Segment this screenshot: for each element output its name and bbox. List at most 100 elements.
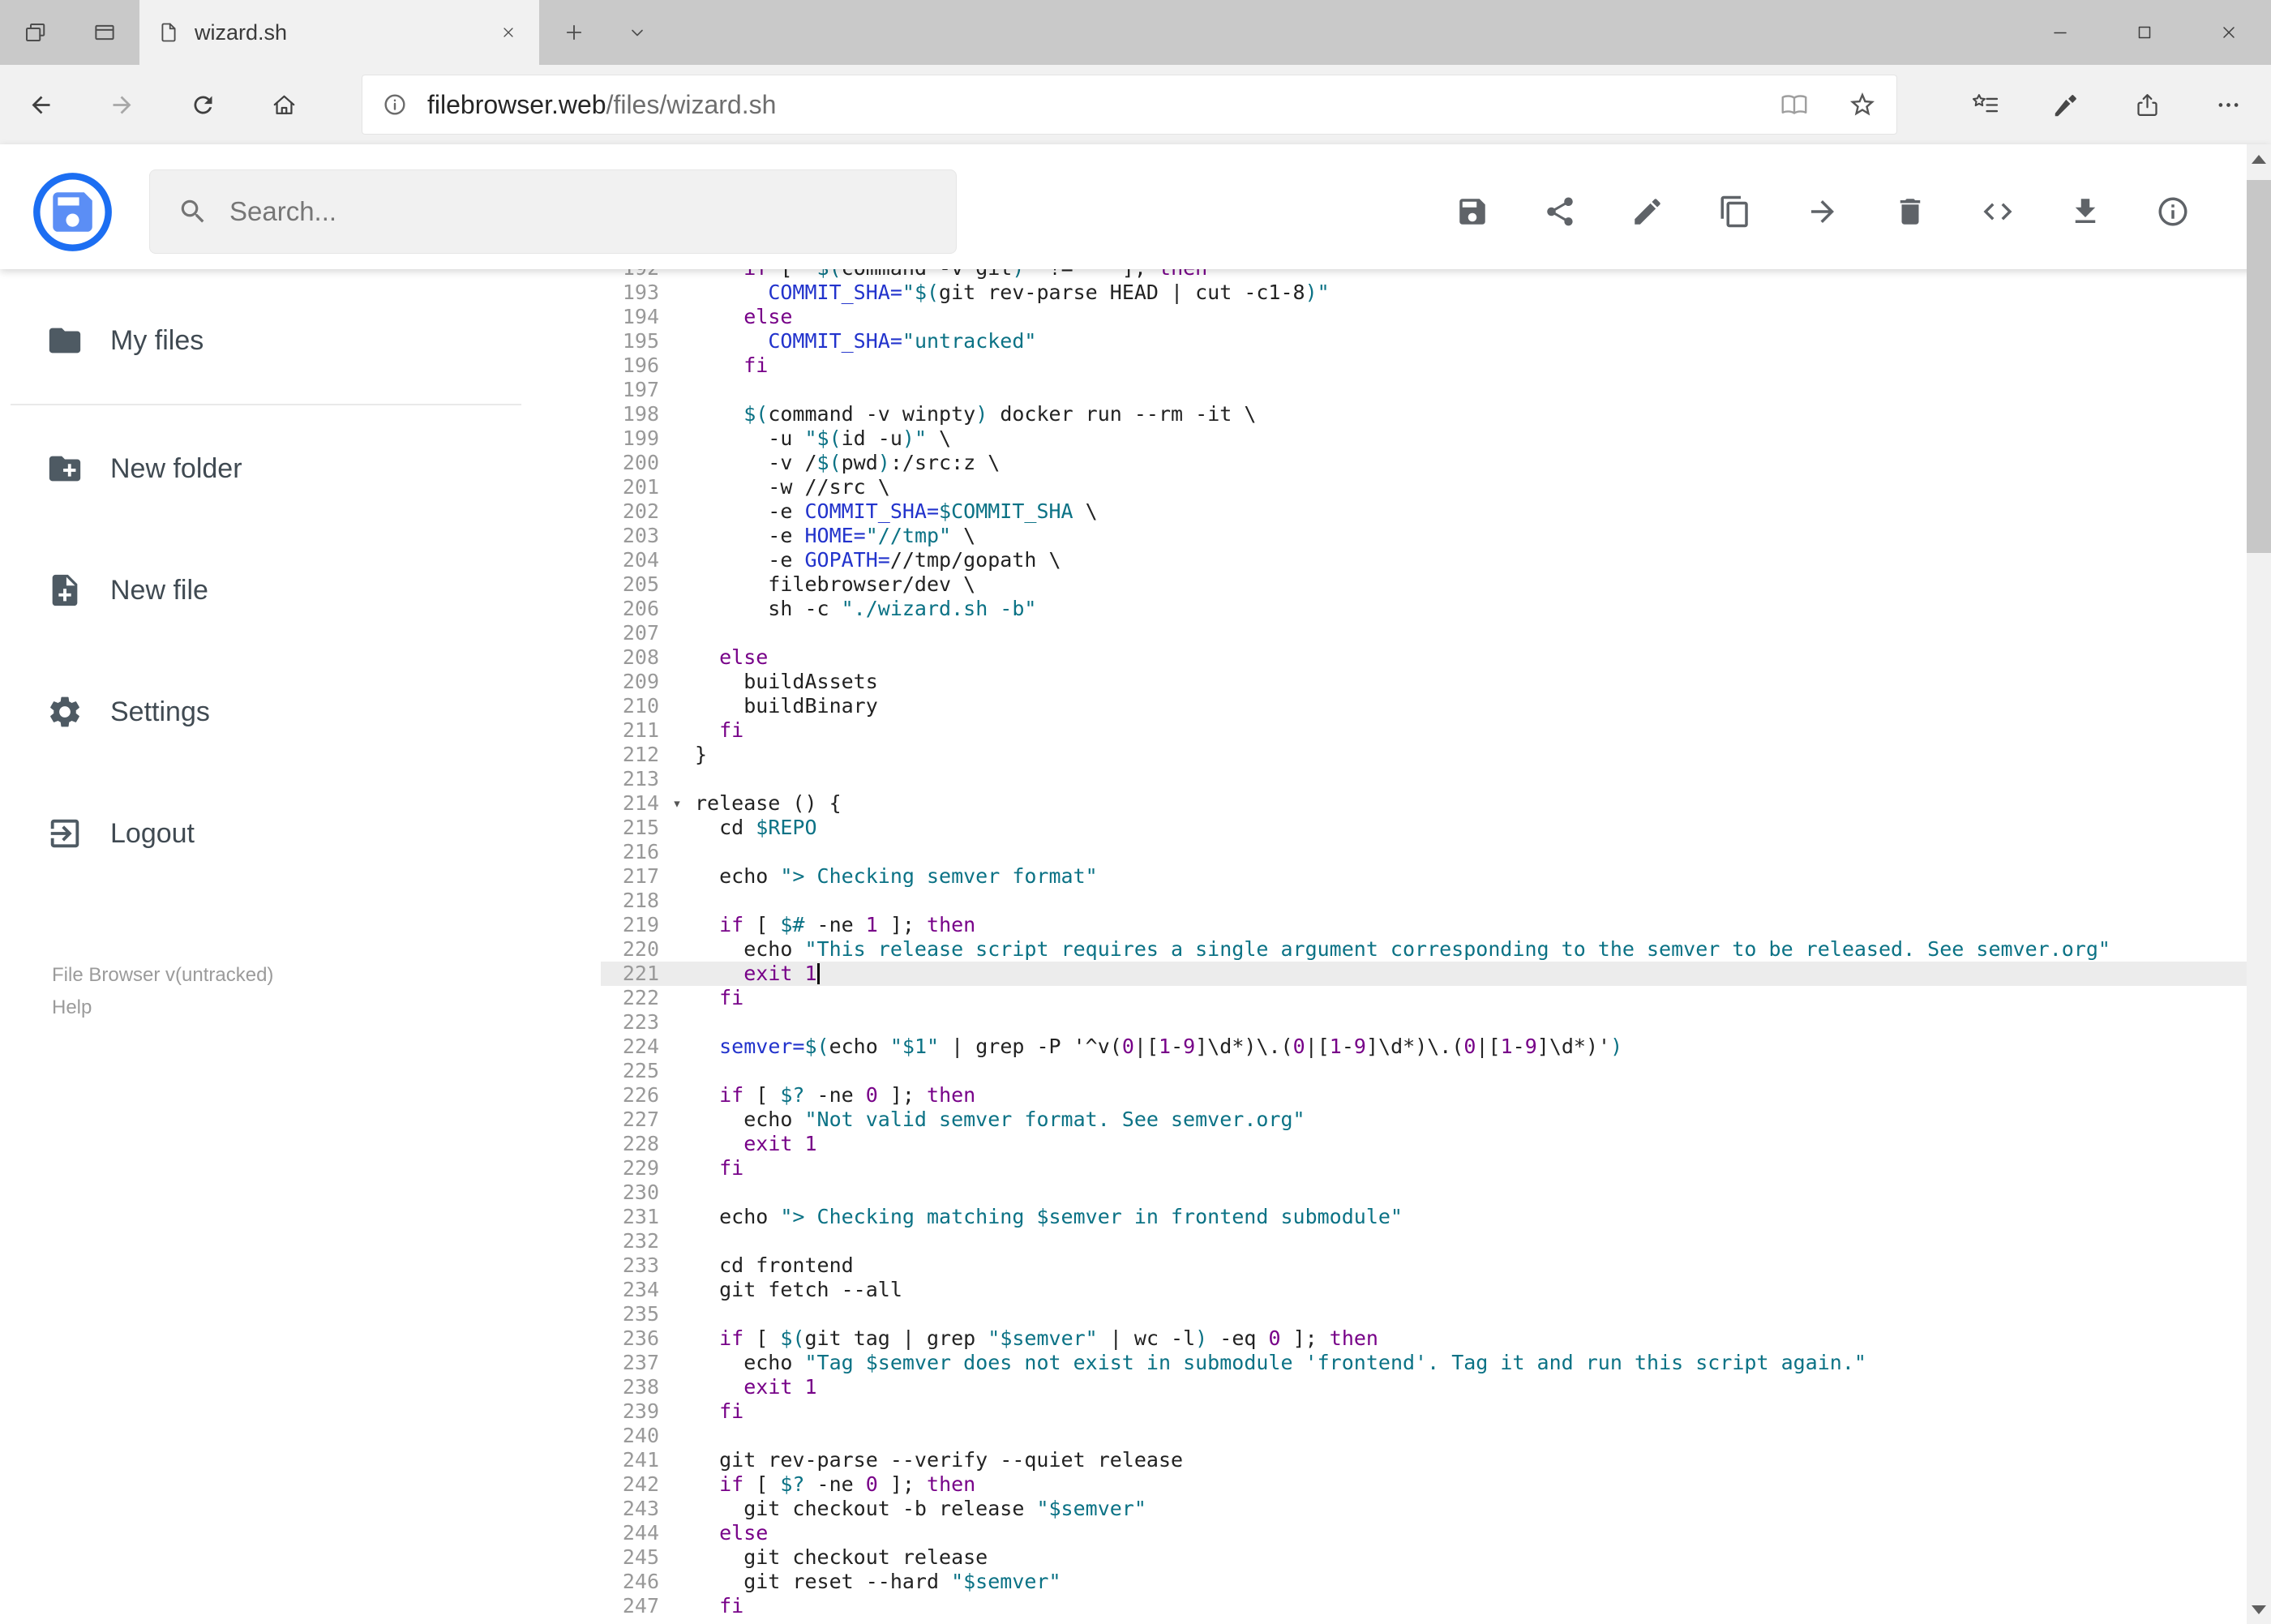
code-line-212[interactable]: 212}: [601, 743, 2271, 767]
code-line-226[interactable]: 226 if [ $? -ne 0 ]; then: [601, 1083, 2271, 1108]
close-button[interactable]: [2187, 0, 2271, 65]
code-line-240[interactable]: 240: [601, 1424, 2271, 1448]
code-line-236[interactable]: 236 if [ $(git tag | grep "$semver" | wc…: [601, 1326, 2271, 1351]
code-line-219[interactable]: 219 if [ $# -ne 1 ]; then: [601, 913, 2271, 937]
code-line-198[interactable]: 198 $(command -v winpty) docker run --rm…: [601, 402, 2271, 426]
code-line-199[interactable]: 199 -u "$(id -u)" \: [601, 426, 2271, 451]
code-line-216[interactable]: 216: [601, 840, 2271, 864]
scrollbar-thumb[interactable]: [2247, 180, 2271, 553]
code-line-203[interactable]: 203 -e HOME="//tmp" \: [601, 524, 2271, 548]
code-line-232[interactable]: 232: [601, 1229, 2271, 1253]
tab-close-icon[interactable]: [495, 19, 521, 45]
filebrowser-logo[interactable]: [32, 171, 114, 253]
code-line-215[interactable]: 215 cd $REPO: [601, 816, 2271, 840]
code-line-234[interactable]: 234 git fetch --all: [601, 1278, 2271, 1302]
help-link[interactable]: Help: [52, 992, 601, 1024]
code-line-244[interactable]: 244 else: [601, 1521, 2271, 1545]
delete-button[interactable]: [1892, 194, 1928, 229]
rename-button[interactable]: [1630, 194, 1665, 229]
code-line-206[interactable]: 206 sh -c "./wizard.sh -b": [601, 597, 2271, 621]
code-line-213[interactable]: 213: [601, 767, 2271, 791]
code-line-208[interactable]: 208 else: [601, 645, 2271, 670]
maximize-button[interactable]: [2102, 0, 2187, 65]
refresh-button[interactable]: [162, 65, 243, 144]
download-button[interactable]: [2067, 194, 2103, 229]
sidebar-item-my-files[interactable]: My files: [0, 280, 601, 401]
code-line-222[interactable]: 222 fi: [601, 986, 2271, 1010]
code-line-211[interactable]: 211 fi: [601, 718, 2271, 743]
address-bar[interactable]: filebrowser.web/files/wizard.sh: [362, 75, 1897, 135]
share-button[interactable]: [1542, 194, 1578, 229]
search-box[interactable]: [149, 169, 957, 254]
more-options-button[interactable]: [2187, 65, 2269, 144]
site-info-icon[interactable]: [362, 92, 427, 118]
source-view-button[interactable]: [1980, 194, 2016, 229]
code-line-246[interactable]: 246 git reset --hard "$semver": [601, 1570, 2271, 1594]
code-line-207[interactable]: 207: [601, 621, 2271, 645]
code-line-221[interactable]: 221 exit 1: [601, 962, 2271, 986]
code-line-194[interactable]: 194 else: [601, 305, 2271, 329]
scrollbar-up-arrow[interactable]: [2247, 144, 2271, 174]
code-line-217[interactable]: 217 echo "> Checking semver format": [601, 864, 2271, 889]
save-button[interactable]: [1455, 194, 1490, 229]
copy-button[interactable]: [1717, 194, 1753, 229]
move-button[interactable]: [1805, 194, 1840, 229]
share-page-button[interactable]: [2106, 65, 2187, 144]
favorite-star-icon[interactable]: [1828, 90, 1896, 119]
set-tabs-aside-button[interactable]: [0, 0, 70, 65]
code-line-225[interactable]: 225: [601, 1059, 2271, 1083]
code-editor[interactable]: 192 if [ "$(command -v git)" != "" ]; th…: [601, 269, 2271, 1624]
code-line-218[interactable]: 218: [601, 889, 2271, 913]
code-line-233[interactable]: 233 cd frontend: [601, 1253, 2271, 1278]
new-tab-button[interactable]: [539, 0, 609, 65]
fold-marker-icon[interactable]: ▾: [659, 791, 695, 816]
minimize-button[interactable]: [2018, 0, 2102, 65]
code-line-192[interactable]: 192 if [ "$(command -v git)" != "" ]; th…: [601, 269, 2271, 281]
scrollbar-down-arrow[interactable]: [2247, 1595, 2271, 1624]
code-line-235[interactable]: 235: [601, 1302, 2271, 1326]
code-line-193[interactable]: 193 COMMIT_SHA="$(git rev-parse HEAD | c…: [601, 281, 2271, 305]
code-line-247[interactable]: 247 fi: [601, 1594, 2271, 1618]
code-line-223[interactable]: 223: [601, 1010, 2271, 1035]
code-line-209[interactable]: 209 buildAssets: [601, 670, 2271, 694]
code-line-243[interactable]: 243 git checkout -b release "$semver": [601, 1497, 2271, 1521]
browser-tab[interactable]: wizard.sh: [139, 0, 539, 65]
home-button[interactable]: [243, 65, 324, 144]
code-line-195[interactable]: 195 COMMIT_SHA="untracked": [601, 329, 2271, 354]
code-line-230[interactable]: 230: [601, 1181, 2271, 1205]
code-line-197[interactable]: 197: [601, 378, 2271, 402]
tab-preview-button[interactable]: [70, 0, 139, 65]
search-input[interactable]: [229, 196, 928, 227]
code-line-205[interactable]: 205 filebrowser/dev \: [601, 572, 2271, 597]
tab-list-button[interactable]: [609, 0, 666, 65]
code-line-231[interactable]: 231 echo "> Checking matching $semver in…: [601, 1205, 2271, 1229]
code-line-210[interactable]: 210 buildBinary: [601, 694, 2271, 718]
code-line-196[interactable]: 196 fi: [601, 354, 2271, 378]
code-line-245[interactable]: 245 git checkout release: [601, 1545, 2271, 1570]
page-scrollbar[interactable]: [2247, 144, 2271, 1624]
code-line-237[interactable]: 237 echo "Tag $semver does not exist in …: [601, 1351, 2271, 1375]
code-line-220[interactable]: 220 echo "This release script requires a…: [601, 937, 2271, 962]
code-line-241[interactable]: 241 git rev-parse --verify --quiet relea…: [601, 1448, 2271, 1472]
code-line-242[interactable]: 242 if [ $? -ne 0 ]; then: [601, 1472, 2271, 1497]
code-line-204[interactable]: 204 -e GOPATH=//tmp/gopath \: [601, 548, 2271, 572]
sidebar-item-logout[interactable]: Logout: [0, 773, 601, 894]
back-button[interactable]: [0, 65, 81, 144]
info-button[interactable]: [2155, 194, 2191, 229]
code-line-239[interactable]: 239 fi: [601, 1399, 2271, 1424]
sidebar-item-settings[interactable]: Settings: [0, 651, 601, 773]
code-line-229[interactable]: 229 fi: [601, 1156, 2271, 1181]
code-line-228[interactable]: 228 exit 1: [601, 1132, 2271, 1156]
code-line-224[interactable]: 224 semver=$(echo "$1" | grep -P '^v(0|[…: [601, 1035, 2271, 1059]
sidebar-item-new-folder[interactable]: New folder: [0, 408, 601, 529]
forward-button[interactable]: [81, 65, 162, 144]
sidebar-item-new-file[interactable]: New file: [0, 529, 601, 651]
code-line-238[interactable]: 238 exit 1: [601, 1375, 2271, 1399]
code-line-214[interactable]: 214 ▾ release () {: [601, 791, 2271, 816]
web-note-button[interactable]: [2025, 65, 2106, 144]
reading-view-icon[interactable]: [1760, 90, 1828, 119]
code-line-201[interactable]: 201 -w //src \: [601, 475, 2271, 499]
code-line-202[interactable]: 202 -e COMMIT_SHA=$COMMIT_SHA \: [601, 499, 2271, 524]
hub-favorites-button[interactable]: [1944, 65, 2025, 144]
code-line-227[interactable]: 227 echo "Not valid semver format. See s…: [601, 1108, 2271, 1132]
